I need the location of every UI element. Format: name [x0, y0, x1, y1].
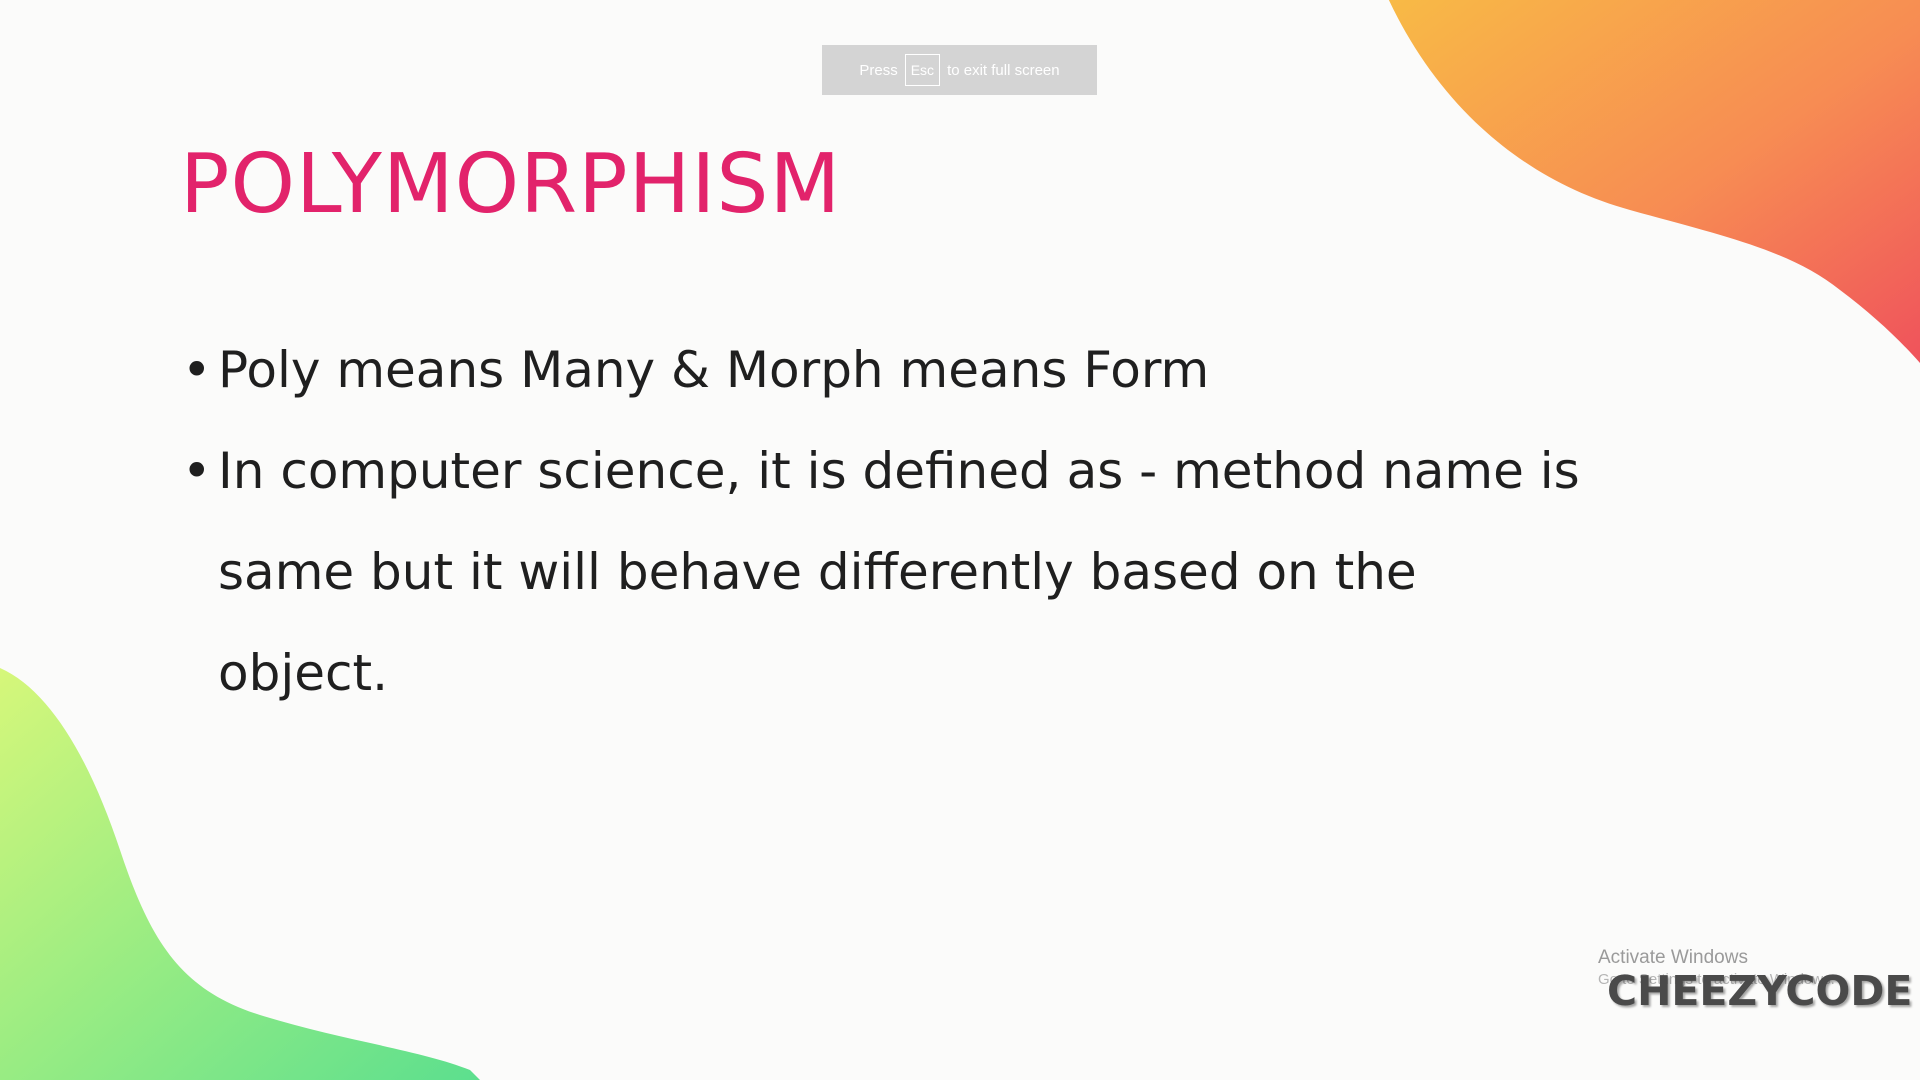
bullet-item: In computer science, it is defined as - … — [182, 421, 1598, 724]
esc-key-label: Esc — [904, 54, 941, 86]
notice-prefix: Press — [859, 61, 898, 79]
bullet-item: Poly means Many & Morph means Form — [182, 320, 1582, 421]
slide-title: POLYMORPHISM — [180, 137, 842, 232]
notice-suffix: to exit full screen — [947, 61, 1060, 79]
fullscreen-exit-notice: Press Esc to exit full screen — [822, 45, 1097, 95]
slide-stage: Press Esc to exit full screen POLYMORPHI… — [0, 0, 1920, 1080]
bullet-list: Poly means Many & Morph means Form In co… — [182, 320, 1582, 724]
cheezycode-logo: CHEEZYCODE — [1607, 967, 1913, 1015]
